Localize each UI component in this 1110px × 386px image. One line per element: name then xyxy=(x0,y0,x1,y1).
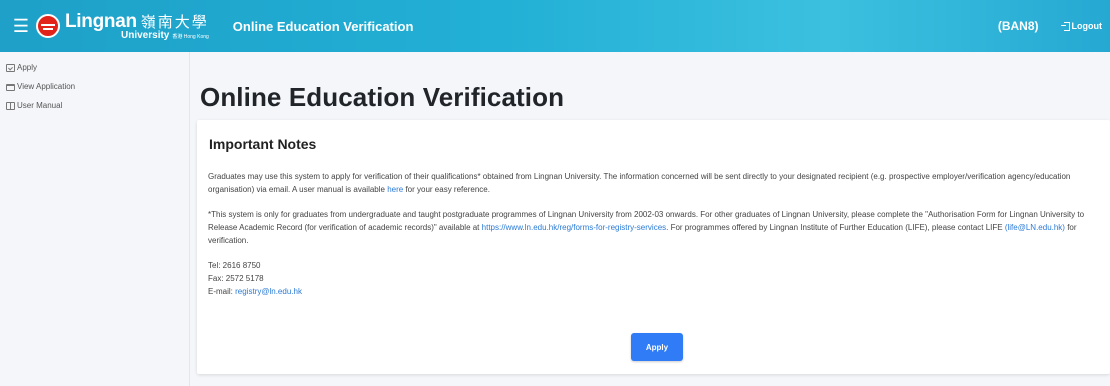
notes-paragraph-2: *This system is only for graduates from … xyxy=(208,208,1098,247)
logo-hong-kong: 香港 Hong Kong xyxy=(172,33,209,40)
app-title: Online Education Verification xyxy=(232,18,414,34)
sidebar-item-label: Apply xyxy=(17,63,38,72)
user-manual-link[interactable]: here xyxy=(387,185,403,194)
email-line: E-mail: registry@ln.edu.hk xyxy=(208,285,302,298)
lingnan-logo[interactable]: Lingnan 嶺南大學 University 香港 Hong Kong xyxy=(36,0,209,52)
sidebar-item-label: View Application xyxy=(17,82,76,91)
logout-button[interactable]: Logout xyxy=(1060,21,1103,31)
check-square-icon xyxy=(6,63,15,72)
apply-button[interactable]: Apply xyxy=(631,333,683,361)
card-title: Important Notes xyxy=(209,136,317,152)
email-label: E-mail: xyxy=(208,287,236,296)
p1-text-start: Graduates may use this system to apply f… xyxy=(208,172,1071,194)
sidebar: Apply View Application User Manual xyxy=(0,52,190,386)
logo-university: University xyxy=(121,29,170,41)
sidebar-item-user-manual[interactable]: User Manual xyxy=(0,96,189,115)
book-icon xyxy=(6,101,15,110)
logo-chinese-name: 嶺南大學 xyxy=(140,12,209,31)
fax-line: Fax: 2572 5178 xyxy=(208,274,264,283)
p1-text-end: for your easy reference. xyxy=(403,185,490,194)
p2-text-middle: . For programmes offered by Lingnan Inst… xyxy=(666,223,1005,232)
tel-line: Tel: 2616 8750 xyxy=(208,261,261,270)
registry-email-link[interactable]: registry@ln.edu.hk xyxy=(235,287,302,296)
page-title: Online Education Verification xyxy=(200,82,565,112)
important-notes-card: Important Notes Graduates may use this s… xyxy=(197,120,1110,374)
sidebar-item-label: User Manual xyxy=(17,101,63,110)
contact-info: Tel: 2616 8750 Fax: 2572 5178 E-mail: re… xyxy=(208,259,302,298)
registry-forms-link[interactable]: https://www.ln.edu.hk/reg/forms-for-regi… xyxy=(482,223,667,232)
lingnan-emblem-icon xyxy=(36,14,60,38)
logo-english-name: Lingnan xyxy=(65,10,137,32)
logout-icon xyxy=(1060,22,1070,31)
folder-icon xyxy=(6,83,15,91)
user-code: (BAN8) xyxy=(997,19,1039,33)
top-navbar: ☰ Lingnan 嶺南大學 University 香港 Hong Kong O… xyxy=(0,0,1110,52)
sidebar-item-view-application[interactable]: View Application xyxy=(0,77,189,96)
logo-text: Lingnan 嶺南大學 University 香港 Hong Kong xyxy=(65,12,209,41)
logout-label: Logout xyxy=(1071,21,1103,31)
notes-paragraph-1: Graduates may use this system to apply f… xyxy=(208,170,1098,196)
life-email-link[interactable]: (life@LN.edu.hk) xyxy=(1005,223,1065,232)
hamburger-menu-icon[interactable]: ☰ xyxy=(0,0,34,52)
sidebar-item-apply[interactable]: Apply xyxy=(0,58,189,77)
